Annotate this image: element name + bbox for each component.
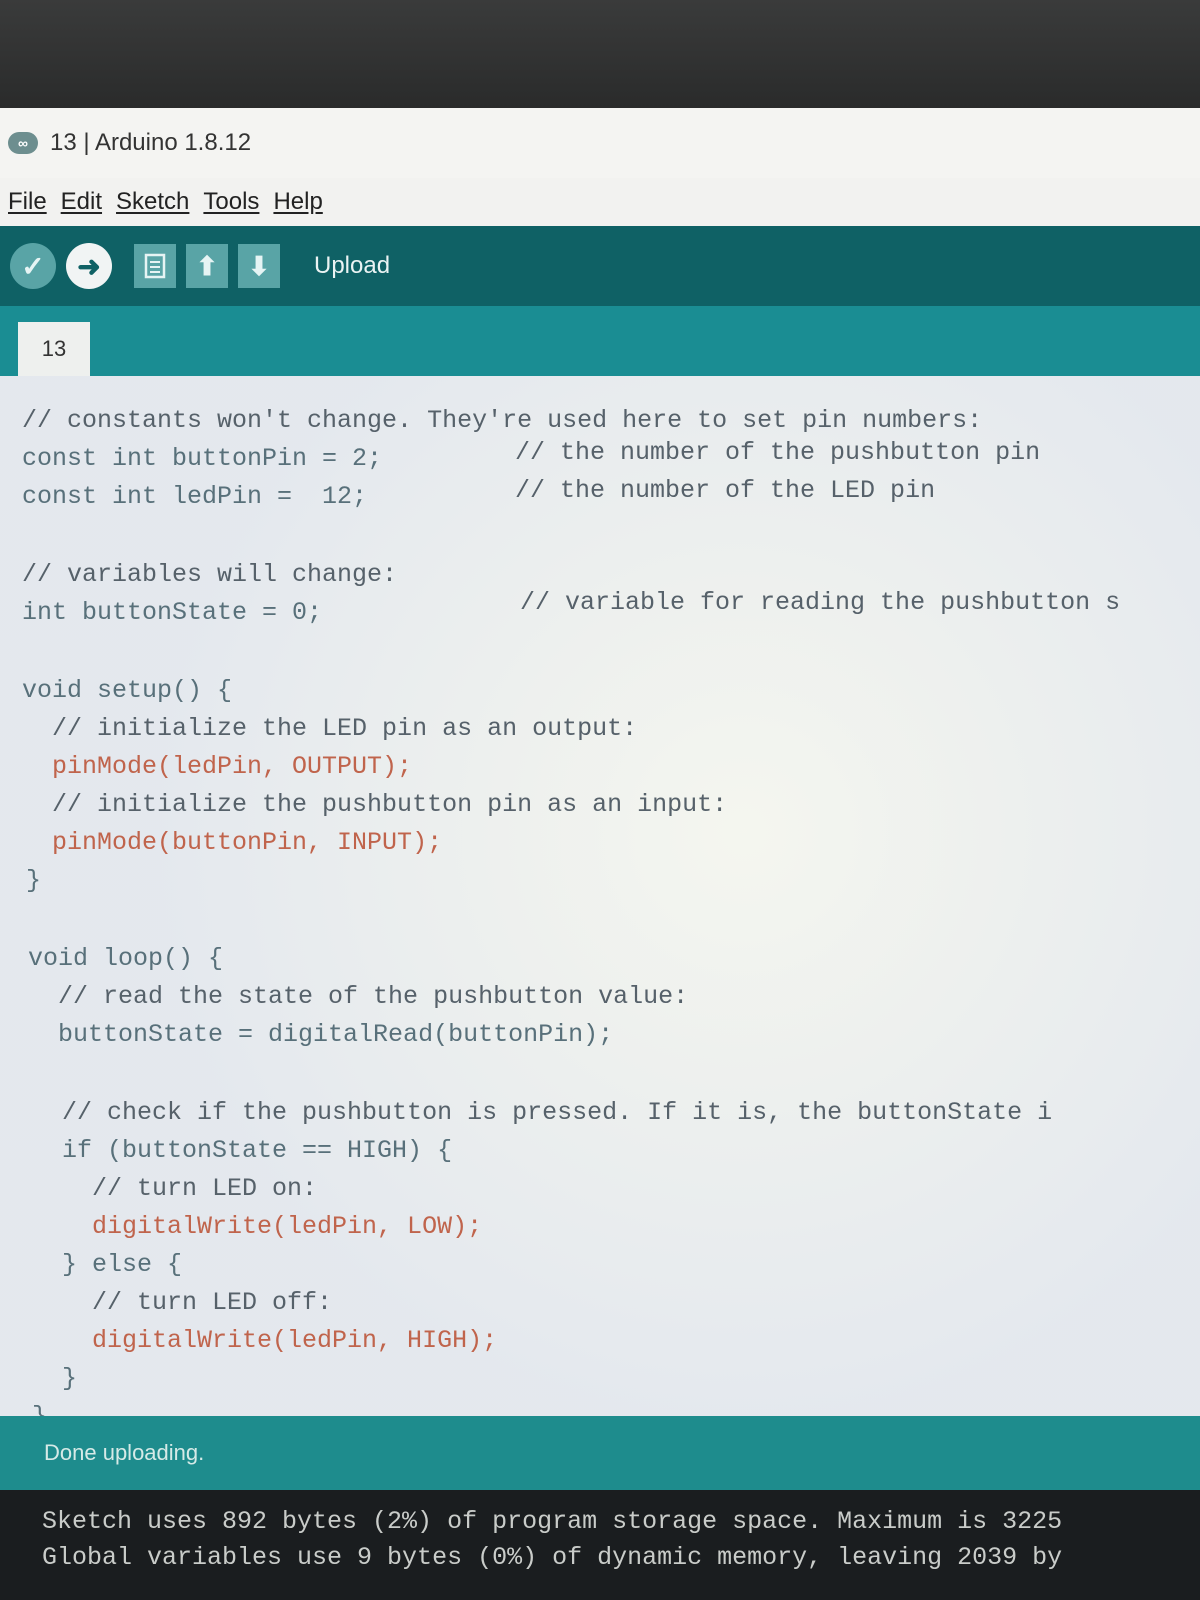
menu-edit[interactable]: Edit (61, 188, 102, 216)
code-line: // variables will change: (22, 560, 398, 589)
title-bar: ∞ 13 | Arduino 1.8.12 (0, 108, 1200, 178)
code-line: pinMode(ledPin, OUTPUT); (22, 752, 413, 781)
code-line: // initialize the pushbutton pin as an i… (22, 790, 728, 819)
menu-tools[interactable]: Tools (203, 188, 259, 216)
code-line: } else { (32, 1250, 183, 1279)
console-line: Global variables use 9 bytes (0%) of dyn… (42, 1543, 1063, 1572)
code-line: } (26, 866, 42, 895)
arrow-down-icon: ⬇ (248, 250, 270, 281)
code-line: buttonState = digitalRead(buttonPin); (28, 1020, 614, 1049)
arduino-ide-window: ∞ 13 | Arduino 1.8.12 File Edit Sketch T… (0, 108, 1200, 1600)
code-line: } (32, 1364, 78, 1393)
tab-bar: 13 (0, 306, 1200, 376)
code-line: // turn LED off: (32, 1288, 333, 1317)
new-sketch-button[interactable] (134, 244, 176, 288)
code-comment: // the number of the LED pin (515, 476, 936, 505)
output-console[interactable]: Sketch uses 892 bytes (2%) of program st… (0, 1490, 1200, 1600)
code-line: // check if the pushbutton is pressed. I… (32, 1098, 1053, 1127)
status-bar: Done uploading. (0, 1416, 1200, 1490)
code-editor[interactable]: // constants won't change. They're used … (0, 376, 1200, 1516)
arduino-logo-icon: ∞ (8, 132, 38, 154)
monitor-bezel (0, 0, 1200, 108)
code-line: digitalWrite(ledPin, HIGH); (32, 1326, 498, 1355)
check-icon: ✓ (21, 250, 45, 282)
code-line: if (buttonState == HIGH) { (32, 1136, 453, 1165)
tab-sketch-13[interactable]: 13 (18, 322, 90, 376)
menu-sketch[interactable]: Sketch (116, 188, 189, 216)
code-line: // turn LED on: (32, 1174, 318, 1203)
code-line: const int buttonPin = 2; (22, 444, 383, 473)
code-line: // constants won't change. They're used … (22, 406, 983, 435)
toolbar: ✓ ➜ ⬆ ⬇ Upload (0, 226, 1200, 306)
arrow-right-icon: ➜ (77, 250, 101, 282)
verify-button[interactable]: ✓ (10, 243, 56, 289)
menu-file[interactable]: File (8, 188, 47, 216)
code-line: // read the state of the pushbutton valu… (28, 982, 689, 1011)
code-line: void loop() { (28, 944, 224, 973)
menu-bar: File Edit Sketch Tools Help (0, 178, 1200, 226)
upload-button[interactable]: ➜ (66, 243, 112, 289)
code-line: digitalWrite(ledPin, LOW); (32, 1212, 483, 1241)
code-line: const int ledPin = 12; (22, 482, 368, 511)
code-line: // initialize the LED pin as an output: (22, 714, 638, 743)
save-button[interactable]: ⬇ (238, 244, 280, 288)
toolbar-hover-label: Upload (314, 252, 391, 279)
arrow-up-icon: ⬆ (196, 250, 218, 281)
file-icon (144, 253, 166, 279)
console-line: Sketch uses 892 bytes (2%) of program st… (42, 1507, 1063, 1536)
code-line: void setup() { (22, 676, 233, 705)
code-comment: // variable for reading the pushbutton s (520, 588, 1121, 617)
window-title: 13 | Arduino 1.8.12 (50, 129, 252, 156)
code-line: int buttonState = 0; (22, 598, 323, 627)
open-button[interactable]: ⬆ (186, 244, 228, 288)
status-message: Done uploading. (44, 1440, 205, 1465)
code-line: pinMode(buttonPin, INPUT); (22, 828, 443, 857)
menu-help[interactable]: Help (273, 188, 322, 216)
code-comment: // the number of the pushbutton pin (515, 438, 1041, 467)
